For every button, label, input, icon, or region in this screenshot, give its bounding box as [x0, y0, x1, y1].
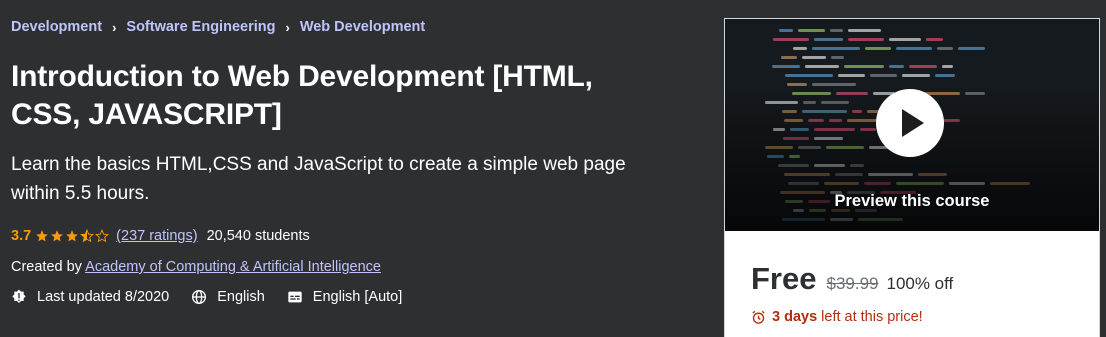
students-count: 20,540 students	[206, 228, 310, 244]
current-price: Free	[751, 261, 817, 296]
created-by: Created by Academy of Computing & Artifi…	[11, 259, 381, 275]
star-full-icon	[51, 230, 64, 242]
breadcrumb-web-development[interactable]: Web Development	[300, 19, 425, 35]
star-full-icon	[66, 230, 79, 242]
breadcrumb-development[interactable]: Development	[11, 19, 102, 35]
timer-text: left at this price!	[821, 309, 923, 325]
breadcrumb-separator: ›	[112, 19, 117, 35]
course-preview[interactable]: Preview this course	[725, 19, 1099, 231]
price-timer: 3 days left at this price!	[751, 309, 923, 325]
language-text: English	[217, 289, 265, 305]
price-row: Free $39.99 100% off	[751, 261, 953, 297]
star-rating	[35, 229, 110, 243]
play-icon	[902, 109, 924, 137]
purchase-card: Preview this course Free $39.99 100% off…	[724, 18, 1100, 337]
star-full-icon	[36, 230, 49, 242]
instructor-link[interactable]: Academy of Computing & Artificial Intell…	[85, 259, 381, 275]
globe-icon	[192, 290, 207, 304]
timer-days: 3 days	[772, 309, 818, 325]
badge-alert-icon	[12, 289, 26, 303]
rating-row: 3.7 (237 ratings) 20,540 students	[11, 228, 310, 244]
course-subtitle: Learn the basics HTML,CSS and JavaScript…	[11, 154, 626, 204]
last-updated-text: Last updated 8/2020	[37, 289, 170, 305]
course-title: Introduction to Web Development [HTML, C…	[11, 60, 593, 131]
breadcrumb-separator: ›	[285, 19, 290, 35]
discount-percent: 100% off	[886, 274, 954, 293]
created-by-label: Created by	[11, 259, 82, 275]
course-language: English	[191, 289, 265, 305]
rating-number: 3.7	[11, 228, 32, 244]
ratings-count-link[interactable]: (237 ratings)	[116, 228, 197, 244]
course-meta: Last updated 8/2020 English English [Aut…	[11, 289, 424, 305]
original-price: $39.99	[826, 274, 879, 293]
captions-text: English [Auto]	[312, 289, 403, 305]
last-updated: Last updated 8/2020	[11, 289, 169, 305]
star-half-icon	[80, 229, 95, 243]
play-button[interactable]	[876, 89, 944, 157]
star-empty-icon	[95, 229, 110, 243]
preview-label: Preview this course	[834, 192, 990, 210]
breadcrumb: Development › Software Engineering › Web…	[11, 19, 425, 35]
alarm-clock-icon	[752, 310, 765, 324]
breadcrumb-software-engineering[interactable]: Software Engineering	[126, 19, 275, 35]
course-captions: English [Auto]	[287, 289, 402, 305]
closed-captions-icon	[288, 291, 302, 303]
